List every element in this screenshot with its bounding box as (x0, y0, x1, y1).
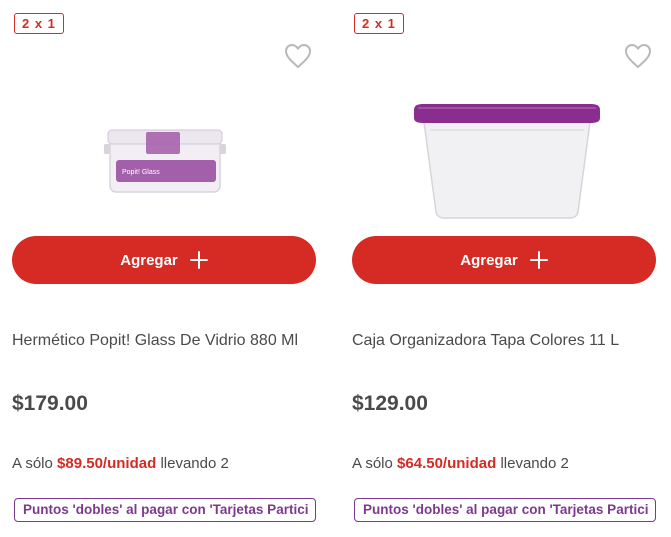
add-button-label: Agregar (460, 251, 518, 269)
product-name[interactable]: Caja Organizadora Tapa Colores 11 L (352, 330, 652, 352)
favorite-heart-icon[interactable] (624, 43, 652, 69)
product-image[interactable] (352, 70, 658, 230)
product-image[interactable]: Popit! Glass (12, 70, 318, 230)
promo-badge: 2 x 1 (14, 13, 64, 34)
product-price: $129.00 (352, 392, 428, 415)
add-to-cart-button[interactable]: Agregar (352, 236, 656, 284)
promo-unit-price: $89.50/unidad (57, 455, 157, 472)
promo-text: A sólo $89.50/unidad llevando 2 (12, 455, 229, 472)
promo-prefix: A sólo (12, 455, 53, 472)
add-to-cart-button[interactable]: Agregar (12, 236, 316, 284)
promo-text: A sólo $64.50/unidad llevando 2 (352, 455, 569, 472)
plus-icon (189, 251, 208, 269)
promo-suffix: llevando 2 (160, 455, 229, 472)
favorite-heart-icon[interactable] (284, 43, 312, 69)
image-label-text: Popit! Glass (122, 169, 160, 176)
points-badge: Puntos 'dobles' al pagar con 'Tarjetas P… (14, 498, 316, 522)
product-card[interactable]: 2 x 1 Popit! Glass Agregar Hermético Pop… (12, 0, 318, 537)
promo-suffix: llevando 2 (500, 455, 569, 472)
add-button-label: Agregar (120, 251, 178, 269)
product-card[interactable]: 2 x 1 Agregar Caja Organizadora Tapa Col… (352, 0, 658, 537)
product-name[interactable]: Hermético Popit! Glass De Vidrio 880 Ml (12, 330, 312, 352)
points-badge: Puntos 'dobles' al pagar con 'Tarjetas P… (354, 498, 656, 522)
plus-icon (529, 251, 548, 269)
promo-badge: 2 x 1 (354, 13, 404, 34)
promo-unit-price: $64.50/unidad (397, 455, 497, 472)
promo-prefix: A sólo (352, 455, 393, 472)
product-price: $179.00 (12, 392, 88, 415)
